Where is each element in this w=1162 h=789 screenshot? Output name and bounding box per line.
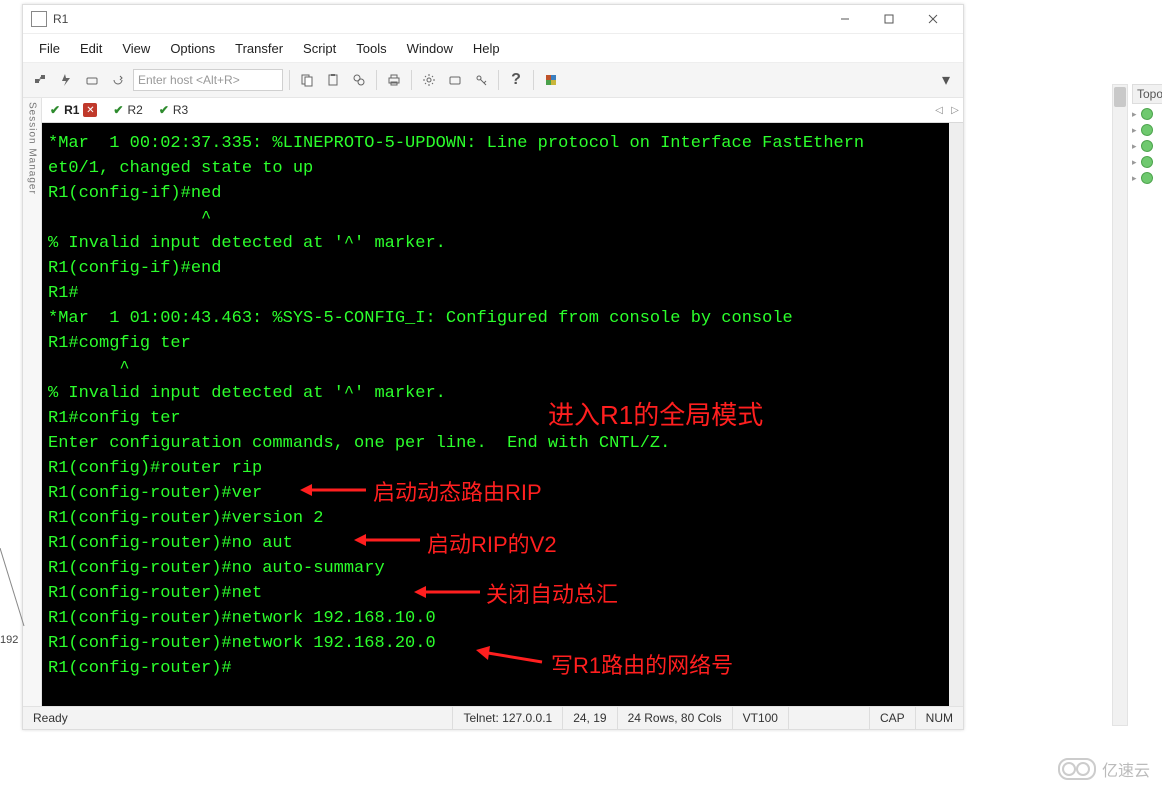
host-input[interactable]: Enter host <Alt+R>: [133, 69, 283, 91]
terminal-line: ^: [48, 356, 957, 381]
palette-icon[interactable]: [540, 69, 562, 91]
watermark-text: 亿速云: [1102, 757, 1150, 781]
tab-label: R3: [173, 103, 188, 117]
status-numlock: NUM: [916, 707, 963, 729]
check-icon: ✔: [50, 103, 60, 117]
help-icon[interactable]: ?: [505, 69, 527, 91]
menu-tools[interactable]: Tools: [346, 39, 396, 58]
terminal-line: R1(config)#router rip: [48, 456, 957, 481]
connect-icon[interactable]: [29, 69, 51, 91]
maximize-button[interactable]: [867, 5, 911, 33]
tab-label: R2: [127, 103, 142, 117]
terminal-line: R1(config-router)#ver: [48, 481, 957, 506]
find-icon[interactable]: [348, 69, 370, 91]
terminal-line: Enter configuration commands, one per li…: [48, 431, 957, 456]
titlebar: R1: [23, 5, 963, 34]
menu-file[interactable]: File: [29, 39, 70, 58]
status-connection: Telnet: 127.0.0.1: [453, 707, 563, 729]
session-manager-label: Session Manager: [27, 102, 38, 195]
print-icon[interactable]: [383, 69, 405, 91]
status-capslock: CAP: [870, 707, 916, 729]
app-icon: [31, 11, 47, 27]
terminal-scrollbar-thumb[interactable]: [950, 593, 962, 703]
paste-icon[interactable]: [322, 69, 344, 91]
terminal-line: ^: [48, 206, 957, 231]
terminal-line: R1(config-if)#ned: [48, 181, 957, 206]
terminal-line: *Mar 1 01:00:43.463: %SYS-5-CONFIG_I: Co…: [48, 306, 957, 331]
outer-scrollbar[interactable]: [1112, 84, 1128, 726]
close-button[interactable]: [911, 5, 955, 33]
tab-close-icon[interactable]: ✕: [83, 103, 97, 117]
terminal[interactable]: *Mar 1 00:02:37.335: %LINEPROTO-5-UPDOWN…: [42, 123, 963, 706]
menu-options[interactable]: Options: [160, 39, 225, 58]
cropped-label: 192: [0, 634, 18, 646]
terminal-line: R1#comgfig ter: [48, 331, 957, 356]
terminal-line: R1#config ter: [48, 406, 957, 431]
toolbar: Enter host <Alt+R> ? ▾: [23, 63, 963, 98]
tabs-next[interactable]: ▷: [947, 105, 963, 116]
terminal-line: R1(config-router)#no auto-summary: [48, 556, 957, 581]
status-cursor-pos: 24, 19: [563, 707, 617, 729]
menu-help[interactable]: Help: [463, 39, 510, 58]
sketch-line: [0, 548, 26, 628]
statusbar: Ready Telnet: 127.0.0.1 24, 19 24 Rows, …: [23, 706, 963, 729]
quick-connect-icon[interactable]: [55, 69, 77, 91]
host-placeholder: Enter host <Alt+R>: [138, 73, 240, 87]
terminal-line: % Invalid input detected at '^' marker.: [48, 381, 957, 406]
session-tabs: ✔ R1 ✕ ✔ R2 ✔ R3 ◁ ▷: [42, 98, 963, 123]
status-dimensions: 24 Rows, 80 Cols: [618, 707, 733, 729]
watermark: 亿速云: [1058, 757, 1150, 781]
menu-script[interactable]: Script: [293, 39, 346, 58]
status-emulation: VT100: [733, 707, 789, 729]
tabs-prev[interactable]: ◁: [931, 105, 947, 116]
settings-icon[interactable]: [418, 69, 440, 91]
tab-r1[interactable]: ✔ R1 ✕: [42, 98, 105, 122]
disconnect-icon[interactable]: [107, 69, 129, 91]
terminal-line: R1(config-router)#version 2: [48, 506, 957, 531]
menu-view[interactable]: View: [112, 39, 160, 58]
copy-icon[interactable]: [296, 69, 318, 91]
tab-r3[interactable]: ✔ R3: [151, 98, 196, 122]
topology-header: Topol: [1132, 84, 1162, 104]
topology-node[interactable]: ▸: [1132, 108, 1162, 120]
menu-transfer[interactable]: Transfer: [225, 39, 293, 58]
topology-node[interactable]: ▸: [1132, 156, 1162, 168]
topology-node[interactable]: ▸: [1132, 140, 1162, 152]
check-icon: ✔: [159, 103, 169, 117]
terminal-line: R1(config-router)#no aut: [48, 531, 957, 556]
tab-label: R1: [64, 103, 79, 117]
window-title: R1: [53, 12, 68, 26]
session-options-icon[interactable]: [444, 69, 466, 91]
reconnect-icon[interactable]: [81, 69, 103, 91]
topology-node[interactable]: ▸: [1132, 124, 1162, 136]
terminal-line: R1#: [48, 281, 957, 306]
watermark-logo-icon: [1058, 758, 1096, 780]
terminal-line: % Invalid input detected at '^' marker.: [48, 231, 957, 256]
terminal-line: R1(config-router)#net: [48, 581, 957, 606]
menu-window[interactable]: Window: [397, 39, 463, 58]
terminal-line: *Mar 1 00:02:37.335: %LINEPROTO-5-UPDOWN…: [48, 131, 957, 156]
terminal-line: R1(config-router)#network 192.168.10.0: [48, 606, 957, 631]
menu-edit[interactable]: Edit: [70, 39, 112, 58]
topology-panel: Topol ▸ ▸ ▸ ▸ ▸: [1132, 84, 1162, 184]
terminal-line: R1(config-if)#end: [48, 256, 957, 281]
key-icon[interactable]: [470, 69, 492, 91]
terminal-line: R1(config-router)#network 192.168.20.0: [48, 631, 957, 656]
tab-r2[interactable]: ✔ R2: [105, 98, 150, 122]
terminal-line: R1(config-router)#: [48, 656, 957, 681]
minimize-button[interactable]: [823, 5, 867, 33]
status-ready: Ready: [23, 707, 453, 729]
toolbar-overflow[interactable]: ▾: [935, 69, 957, 91]
check-icon: ✔: [113, 103, 123, 117]
topology-node[interactable]: ▸: [1132, 172, 1162, 184]
menubar: File Edit View Options Transfer Script T…: [23, 34, 963, 63]
app-window: R1 File Edit View Options Transfer Scrip…: [22, 4, 964, 730]
terminal-line: et0/1, changed state to up: [48, 156, 957, 181]
